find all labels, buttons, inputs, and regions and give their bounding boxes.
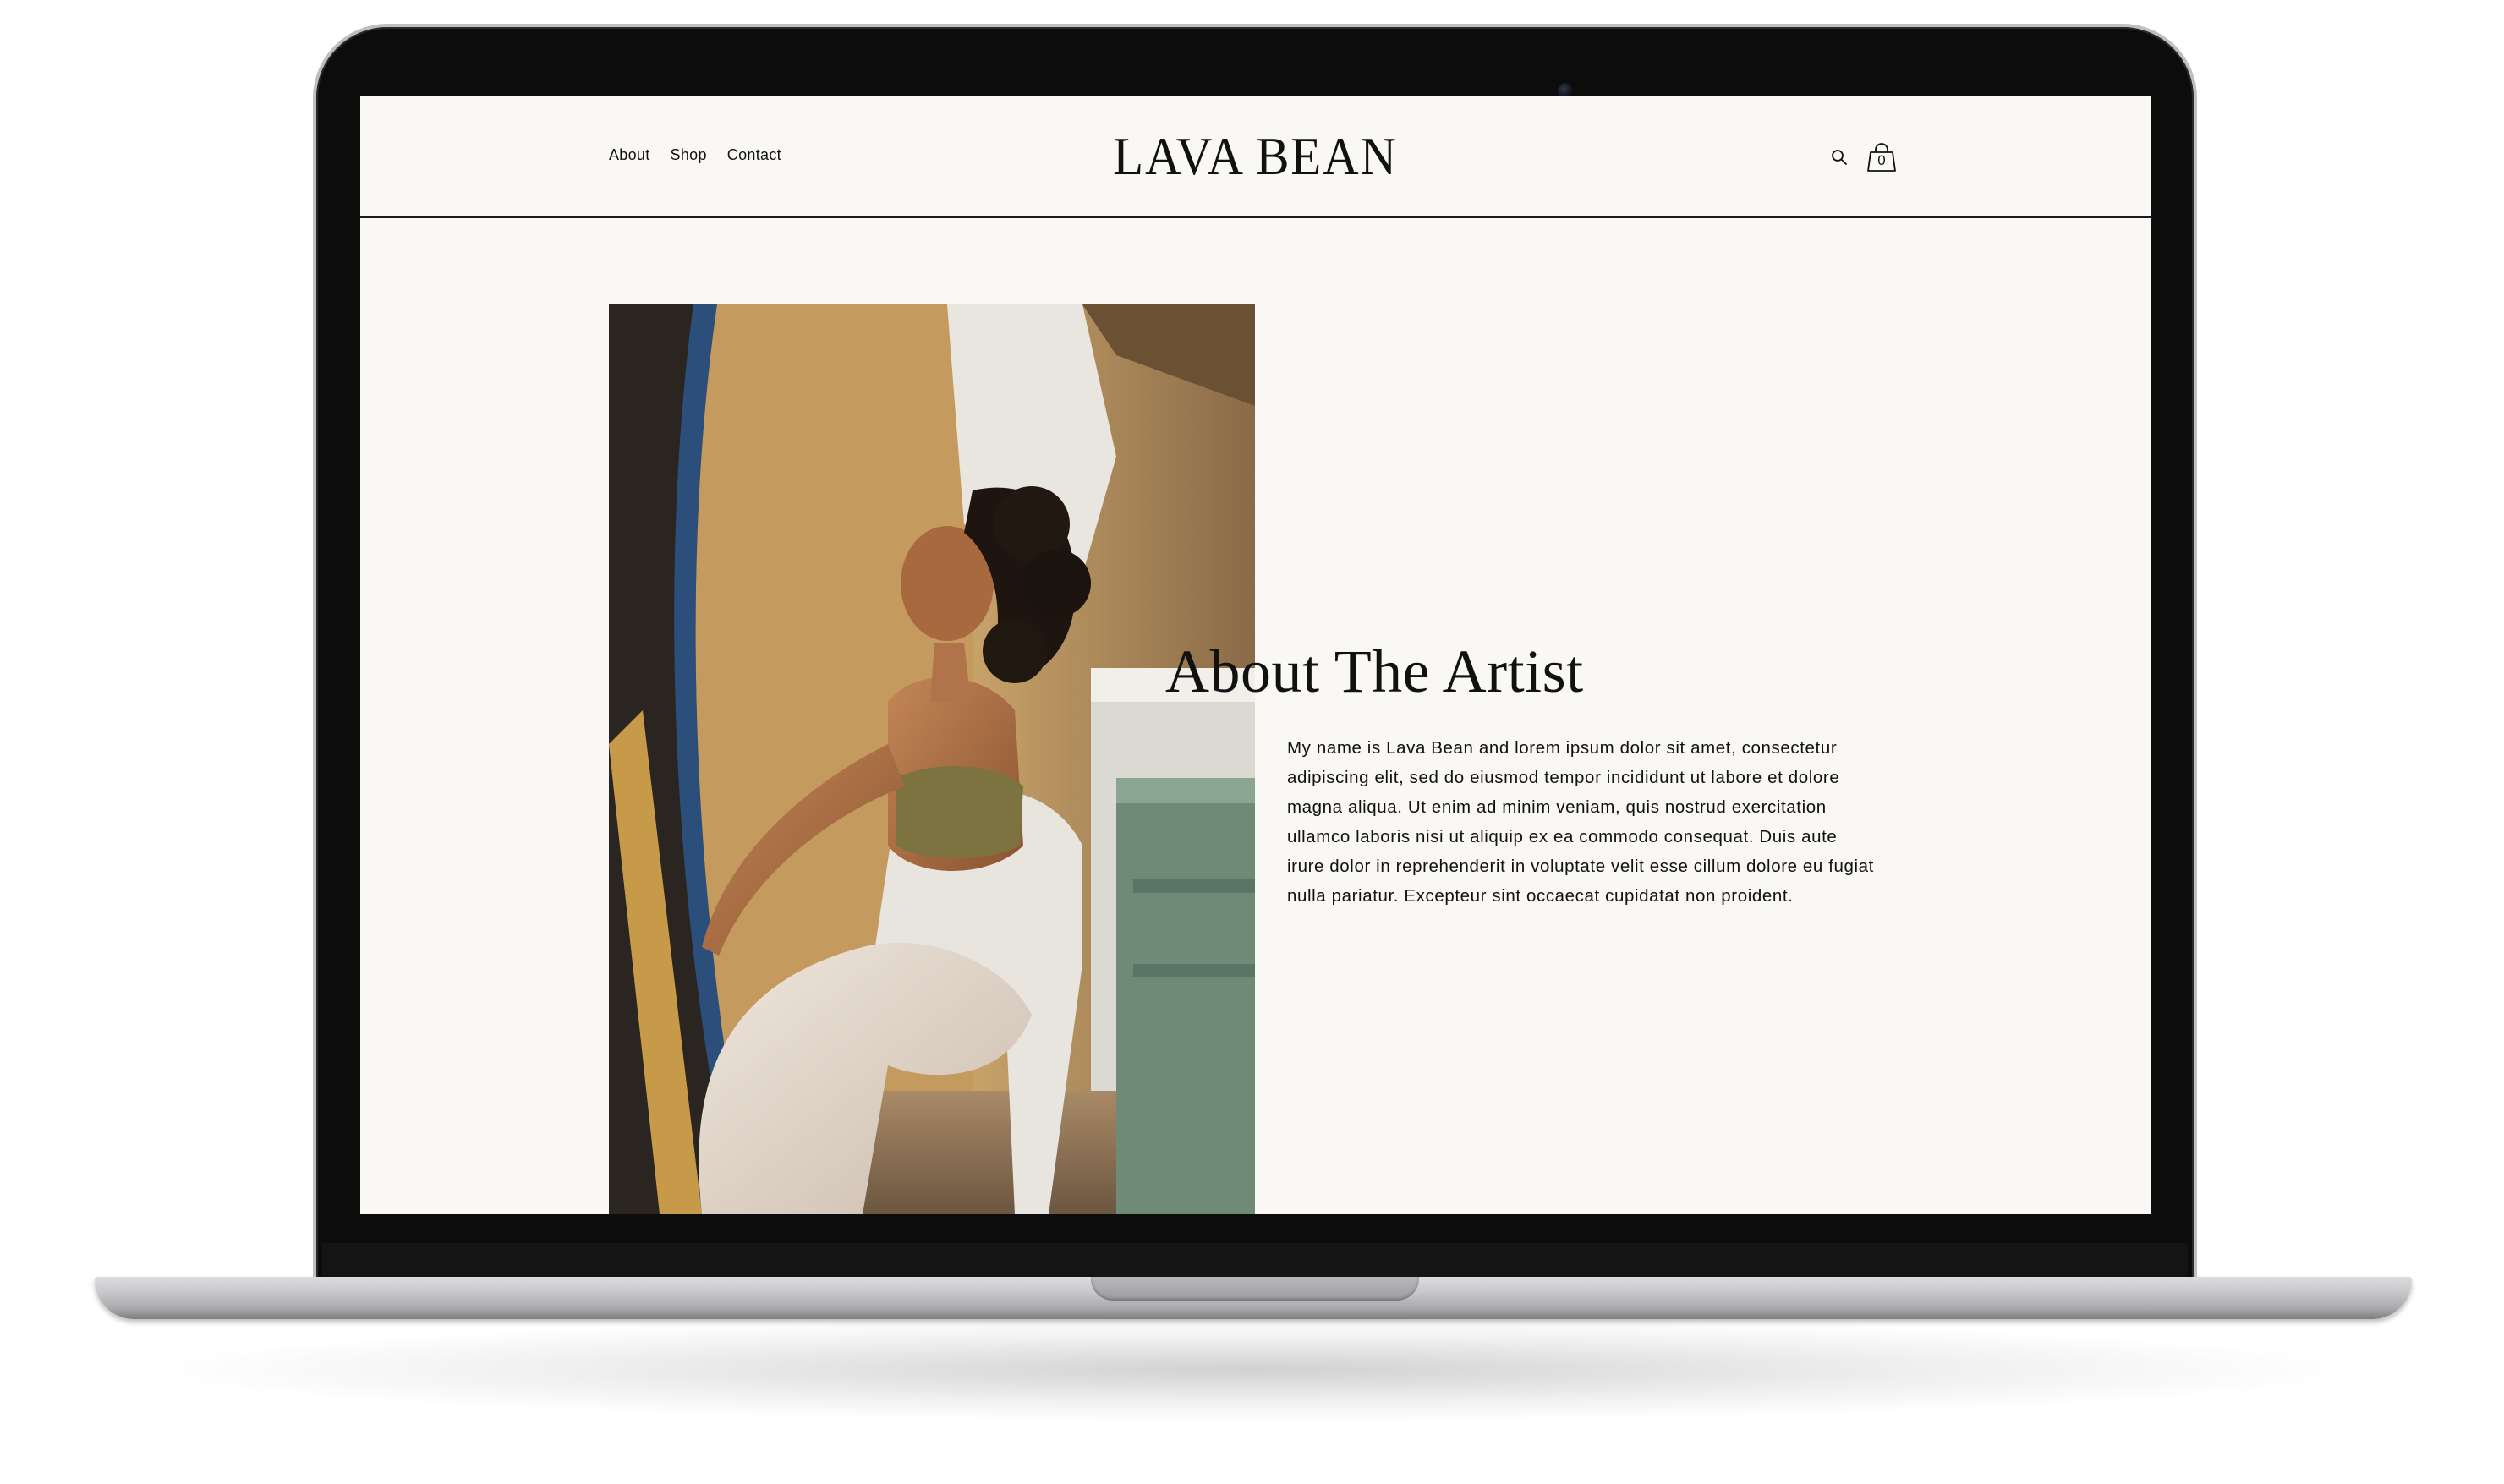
website-screen: About Shop Contact LAVA BEAN 0 About The… [360,96,2151,1214]
about-heading: About The Artist [1165,638,1584,705]
shopping-bag-icon[interactable]: 0 [1866,141,1898,173]
cart-count: 0 [1877,152,1886,168]
search-icon[interactable] [1830,148,1849,167]
mockup-stage: About Shop Contact LAVA BEAN 0 About The… [0,0,2504,1484]
laptop-lid-notch [1091,1277,1419,1301]
laptop-bottom-bezel [322,1243,2188,1280]
about-body-text: My name is Lava Bean and lorem ipsum dol… [1287,738,1874,906]
laptop-shadow [161,1319,2342,1421]
site-header: About Shop Contact LAVA BEAN 0 [360,96,2151,218]
header-icons: 0 [1830,141,1898,173]
hero-photo [609,304,1255,1214]
artist-photo-image [609,304,1255,1214]
